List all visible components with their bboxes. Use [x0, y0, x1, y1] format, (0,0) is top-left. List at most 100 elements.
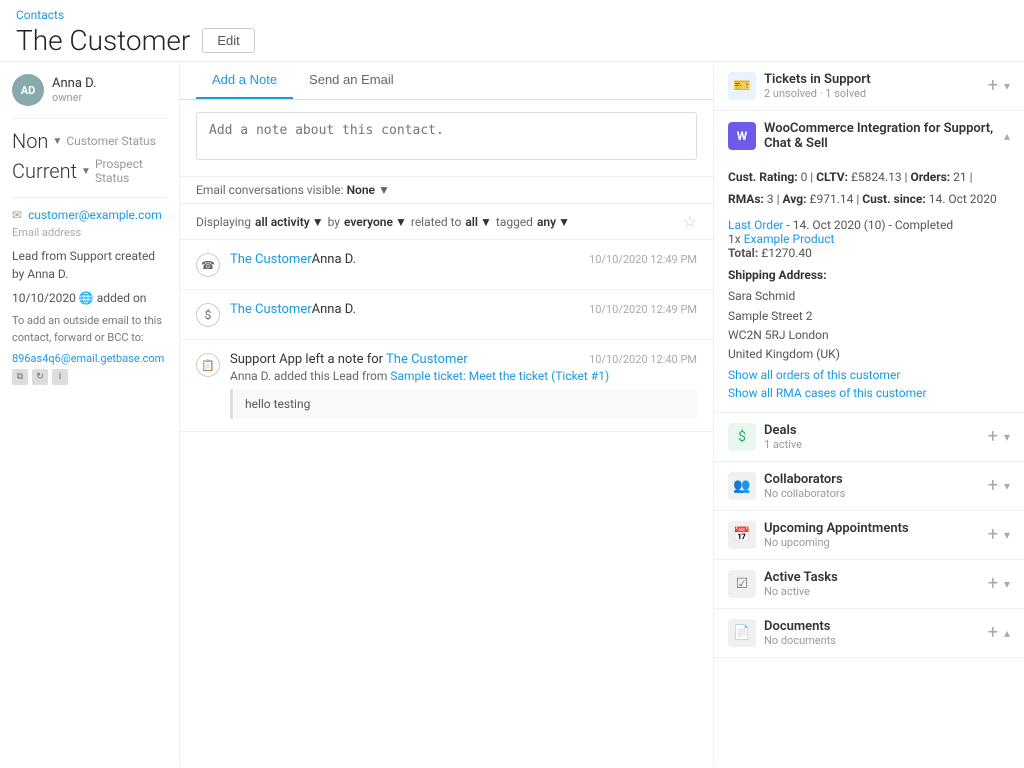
collaborators-title: Collaborators: [764, 472, 980, 487]
lead-info: Lead from Support created by Anna D.: [12, 247, 167, 283]
deals-subtitle: 1 active: [764, 438, 980, 451]
deals-widget-header[interactable]: $ Deals 1 active + ▾: [714, 413, 1024, 461]
filter-bar: Displaying all activity ▼ by everyone ▼ …: [180, 204, 713, 240]
tickets-subtitle: 2 unsolved · 1 solved: [764, 87, 980, 100]
tasks-subtitle: No active: [764, 585, 980, 598]
woocommerce-icon: W: [728, 122, 756, 150]
activity-deal-icon: $: [196, 303, 220, 327]
deals-collapse-button[interactable]: ▾: [1004, 430, 1010, 444]
collaborators-icon: 👥: [728, 472, 756, 500]
top-bar: Contacts The Customer Edit: [0, 0, 1024, 62]
activity-content: The CustomerAnna D. 10/10/2020 12:49 PM: [230, 302, 697, 317]
left-sidebar: AD Anna D. owner Non ▼ Customer Status C…: [0, 62, 180, 766]
appointments-collapse-button[interactable]: ▾: [1004, 528, 1010, 542]
woocommerce-widget-header[interactable]: W WooCommerce Integration for Support, C…: [714, 111, 1024, 161]
last-order-link[interactable]: Last Order: [728, 218, 784, 232]
tasks-add-button[interactable]: +: [988, 575, 998, 593]
activity-item: 📋 Support App left a note for The Custom…: [180, 340, 713, 432]
tickets-collapse-button[interactable]: ▾: [1004, 79, 1010, 93]
activity-link[interactable]: The Customer: [230, 302, 312, 317]
note-textarea[interactable]: [196, 112, 697, 160]
email-icon: ✉: [12, 208, 22, 222]
appointments-widget: 📅 Upcoming Appointments No upcoming + ▾: [714, 511, 1024, 560]
email-conversations-bar: Email conversations visible: None ▼: [180, 177, 713, 204]
woocommerce-title: WooCommerce Integration for Support, Cha…: [764, 121, 996, 151]
breadcrumb[interactable]: Contacts: [16, 8, 1008, 22]
woocommerce-collapse-button[interactable]: ▴: [1004, 129, 1010, 143]
filter-all-activity[interactable]: all activity ▼: [255, 215, 324, 229]
activity-item: $ The CustomerAnna D. 10/10/2020 12:49 P…: [180, 290, 713, 340]
star-button[interactable]: ☆: [683, 212, 697, 231]
appointments-add-button[interactable]: +: [988, 526, 998, 544]
tasks-collapse-button[interactable]: ▾: [1004, 577, 1010, 591]
center-panel: Add a Note Send an Email Email conversat…: [180, 62, 714, 766]
activity-call-icon: ☎: [196, 253, 220, 277]
documents-icon: 📄: [728, 619, 756, 647]
non-status-chevron[interactable]: ▼: [52, 136, 62, 147]
copy-icon[interactable]: ⧉: [12, 369, 28, 385]
documents-widget-header[interactable]: 📄 Documents No documents + ▴: [714, 609, 1024, 657]
tab-send-email[interactable]: Send an Email: [293, 62, 410, 99]
collaborators-widget: 👥 Collaborators No collaborators + ▾: [714, 462, 1024, 511]
tickets-title: Tickets in Support: [764, 72, 980, 87]
current-status-chevron[interactable]: ▼: [81, 166, 91, 177]
deals-add-button[interactable]: +: [988, 428, 998, 446]
ticket-link[interactable]: Sample ticket: Meet the ticket (Ticket #…: [390, 369, 609, 383]
activity-time: 10/10/2020 12:49 PM: [589, 303, 697, 316]
documents-add-button[interactable]: +: [988, 624, 998, 642]
appointments-widget-header[interactable]: 📅 Upcoming Appointments No upcoming + ▾: [714, 511, 1024, 559]
refresh-icon[interactable]: ↻: [32, 369, 48, 385]
appointments-icon: 📅: [728, 521, 756, 549]
filter-displaying: Displaying: [196, 215, 251, 229]
prospect-status-label: Prospect Status: [95, 157, 167, 185]
right-sidebar: 🎫 Tickets in Support 2 unsolved · 1 solv…: [714, 62, 1024, 766]
edit-button[interactable]: Edit: [202, 28, 254, 53]
show-rma-link[interactable]: Show all RMA cases of this customer: [728, 386, 1010, 400]
appointments-subtitle: No upcoming: [764, 536, 980, 549]
deals-title: Deals: [764, 423, 980, 438]
current-status-label: Current: [12, 159, 77, 183]
collaborators-widget-header[interactable]: 👥 Collaborators No collaborators + ▾: [714, 462, 1024, 510]
tasks-widget: ☑ Active Tasks No active + ▾: [714, 560, 1024, 609]
customer-status-label: Customer Status: [66, 134, 156, 148]
page-title: The Customer: [16, 24, 190, 57]
tickets-widget-header[interactable]: 🎫 Tickets in Support 2 unsolved · 1 solv…: [714, 62, 1024, 110]
product-link[interactable]: Example Product: [744, 232, 835, 246]
collaborators-collapse-button[interactable]: ▾: [1004, 479, 1010, 493]
tasks-title: Active Tasks: [764, 570, 980, 585]
tickets-add-button[interactable]: +: [988, 77, 998, 95]
activity-body: Anna D. added this Lead from Sample tick…: [230, 369, 697, 383]
activity-link[interactable]: The Customer: [230, 252, 312, 267]
email-value[interactable]: customer@example.com: [28, 208, 162, 222]
activity-who: The CustomerAnna D.: [230, 302, 356, 317]
filter-all[interactable]: all ▼: [465, 215, 492, 229]
non-status-label: Non: [12, 129, 48, 153]
woo-stats: Cust. Rating: 0 | CLTV: £5824.13 | Order…: [728, 167, 1010, 210]
tickets-icon: 🎫: [728, 72, 756, 100]
woocommerce-widget: W WooCommerce Integration for Support, C…: [714, 111, 1024, 413]
activity-time: 10/10/2020 12:49 PM: [589, 253, 697, 266]
filter-everyone[interactable]: everyone ▼: [344, 215, 407, 229]
note-input-area: [180, 100, 713, 177]
filter-any[interactable]: any ▼: [537, 215, 570, 229]
bcc-email[interactable]: 896as4q6@email.getbase.com: [12, 352, 167, 365]
avatar: AD: [12, 74, 44, 106]
owner-role: owner: [52, 91, 96, 104]
documents-widget: 📄 Documents No documents + ▴: [714, 609, 1024, 658]
documents-subtitle: No documents: [764, 634, 980, 647]
deals-icon: $: [728, 423, 756, 451]
tab-add-note[interactable]: Add a Note: [196, 62, 293, 99]
documents-title: Documents: [764, 619, 980, 634]
activity-note-block: hello testing: [230, 389, 697, 419]
show-orders-link[interactable]: Show all orders of this customer: [728, 368, 1010, 382]
info-icon[interactable]: i: [52, 369, 68, 385]
collaborators-add-button[interactable]: +: [988, 477, 998, 495]
tasks-widget-header[interactable]: ☑ Active Tasks No active + ▾: [714, 560, 1024, 608]
activity-link[interactable]: The Customer: [386, 352, 468, 367]
shipping-block: Shipping Address: Sara Schmid Sample Str…: [728, 266, 1010, 364]
activity-who: The CustomerAnna D.: [230, 252, 356, 267]
owner-row: AD Anna D. owner: [12, 74, 167, 106]
tabs-bar: Add a Note Send an Email: [180, 62, 713, 100]
documents-collapse-button[interactable]: ▴: [1004, 626, 1010, 640]
activity-who: Support App left a note for The Customer: [230, 352, 468, 367]
